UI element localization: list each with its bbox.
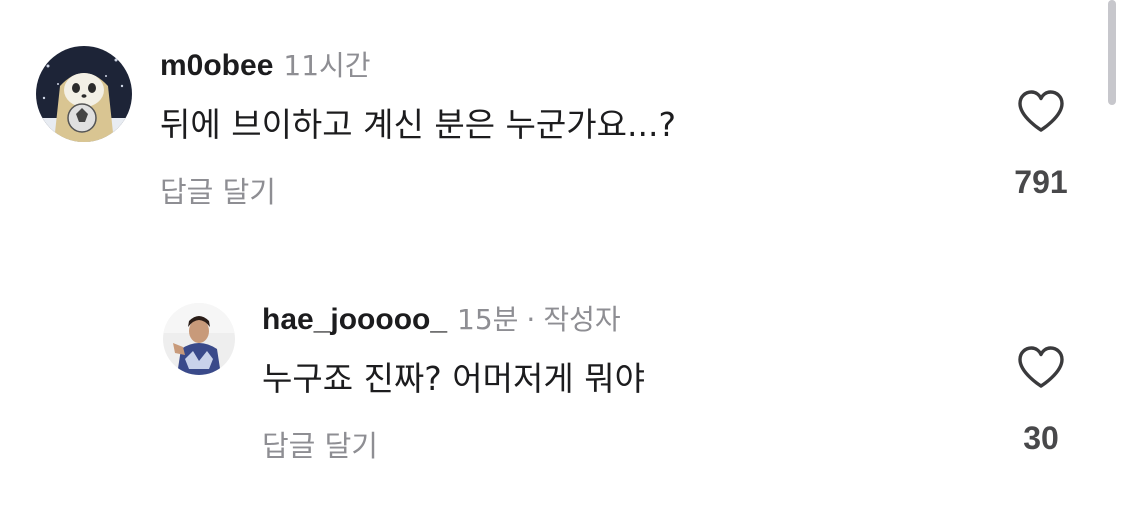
like-count: 791	[1014, 164, 1068, 200]
like-count: 30	[1023, 420, 1059, 456]
timestamp: 11시간	[283, 49, 371, 82]
separator: ·	[526, 303, 536, 336]
reply-meta: hae_jooooo_ 15분 · 작성자	[262, 305, 621, 335]
comment-meta: m0obee 11시간	[160, 51, 371, 81]
author-badge: 작성자	[543, 303, 621, 336]
timestamp: 15분	[457, 303, 519, 336]
avatar[interactable]	[36, 46, 132, 142]
reply-text: 누구죠 진짜? 어머저게 뭐야	[262, 359, 645, 398]
heart-icon[interactable]	[1017, 89, 1065, 133]
reply-button[interactable]: 답글 달기	[160, 178, 276, 207]
comment-text: 뒤에 브이하고 계신 분은 누군가요...?	[160, 105, 676, 144]
username[interactable]: hae_jooooo_	[262, 303, 447, 336]
username[interactable]: m0obee	[160, 49, 273, 82]
reply-button[interactable]: 답글 달기	[262, 432, 378, 461]
avatar[interactable]	[163, 303, 235, 375]
scrollbar[interactable]	[1108, 0, 1116, 105]
heart-icon[interactable]	[1017, 345, 1065, 389]
